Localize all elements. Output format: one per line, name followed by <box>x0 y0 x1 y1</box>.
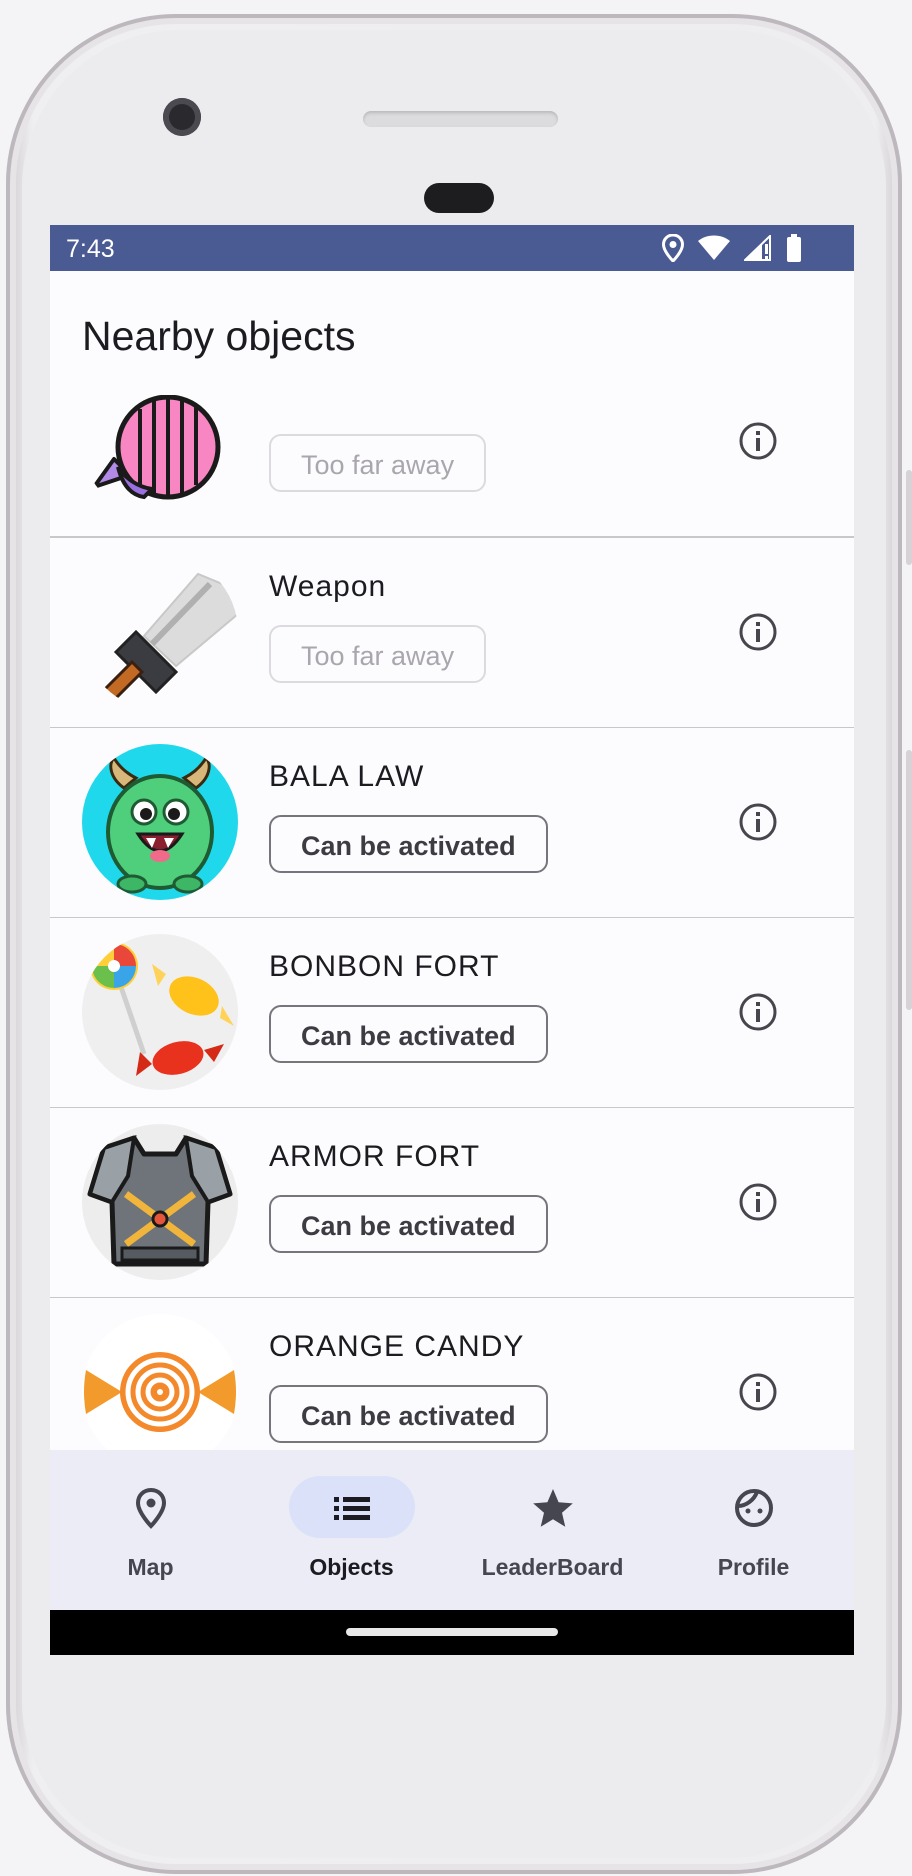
candies-icon <box>90 942 234 1076</box>
object-image <box>82 934 238 1090</box>
object-status-button[interactable]: Can be activated <box>269 815 548 873</box>
location-icon <box>662 234 684 262</box>
object-status-button[interactable]: Can be activated <box>269 1005 548 1063</box>
signal-icon <box>744 235 771 261</box>
bottom-navigation: Map Objects LeaderBoard Profile <box>50 1450 854 1610</box>
object-name: BONBON FORT <box>269 950 500 983</box>
power-button <box>906 470 912 565</box>
status-time: 7:43 <box>66 235 115 263</box>
sword-icon <box>101 572 238 703</box>
armor-icon <box>87 1135 233 1267</box>
object-image <box>82 744 238 900</box>
map-pin-icon <box>135 1487 166 1529</box>
home-gesture-handle[interactable] <box>346 1628 558 1636</box>
object-image <box>82 1124 238 1280</box>
nav-item-objects[interactable]: Objects <box>251 1450 452 1610</box>
nav-label: Objects <box>309 1554 394 1580</box>
object-image <box>82 1314 238 1470</box>
gesture-bar-area <box>50 1610 854 1655</box>
face-icon <box>734 1489 773 1527</box>
app-header: Nearby objects <box>50 271 854 395</box>
volume-button <box>906 750 912 1010</box>
object-status-button[interactable]: Can be activated <box>269 1195 548 1253</box>
nav-item-leaderboard[interactable]: LeaderBoard <box>452 1450 653 1610</box>
front-camera <box>163 98 201 136</box>
monster-icon <box>106 755 214 894</box>
info-icon[interactable] <box>738 802 778 842</box>
info-icon[interactable] <box>738 1372 778 1412</box>
proximity-sensor <box>424 183 494 213</box>
battery-icon <box>787 234 801 262</box>
nav-item-profile[interactable]: Profile <box>653 1450 854 1610</box>
object-status-button[interactable]: Can be activated <box>269 1385 548 1443</box>
earpiece-speaker <box>363 111 558 127</box>
list-item[interactable]: BONBON FORT Can be activated <box>50 918 854 1109</box>
list-item[interactable]: ARMOR FORT Can be activated <box>50 1108 854 1299</box>
orange-candy-icon <box>84 1352 236 1432</box>
object-status-button[interactable]: Too far away <box>269 434 487 492</box>
info-icon[interactable] <box>738 992 778 1032</box>
object-name: ARMOR FORT <box>269 1140 481 1173</box>
object-image <box>82 554 238 710</box>
list-item[interactable]: BALA LAW Can be activated <box>50 728 854 919</box>
nav-label: Profile <box>717 1554 790 1580</box>
info-icon[interactable] <box>738 1182 778 1222</box>
app-screen: 7:43 Too far away <box>50 225 854 1655</box>
star-icon <box>532 1489 573 1527</box>
object-name: BALA LAW <box>269 760 425 793</box>
page-title: Nearby objects <box>82 313 356 359</box>
nav-label: Map <box>127 1554 174 1580</box>
list-icon <box>333 1497 370 1520</box>
info-icon[interactable] <box>738 421 778 461</box>
object-name: ORANGE CANDY <box>269 1330 525 1363</box>
list-item[interactable]: Weapon Too far away <box>50 538 854 729</box>
nav-item-map[interactable]: Map <box>50 1450 251 1610</box>
object-status-button[interactable]: Too far away <box>269 625 487 683</box>
wifi-icon <box>698 235 730 260</box>
info-icon[interactable] <box>738 612 778 652</box>
nav-label: LeaderBoard <box>481 1554 624 1580</box>
object-name: Weapon <box>269 570 387 603</box>
status-bar-overlay: 7:43 <box>50 225 854 271</box>
